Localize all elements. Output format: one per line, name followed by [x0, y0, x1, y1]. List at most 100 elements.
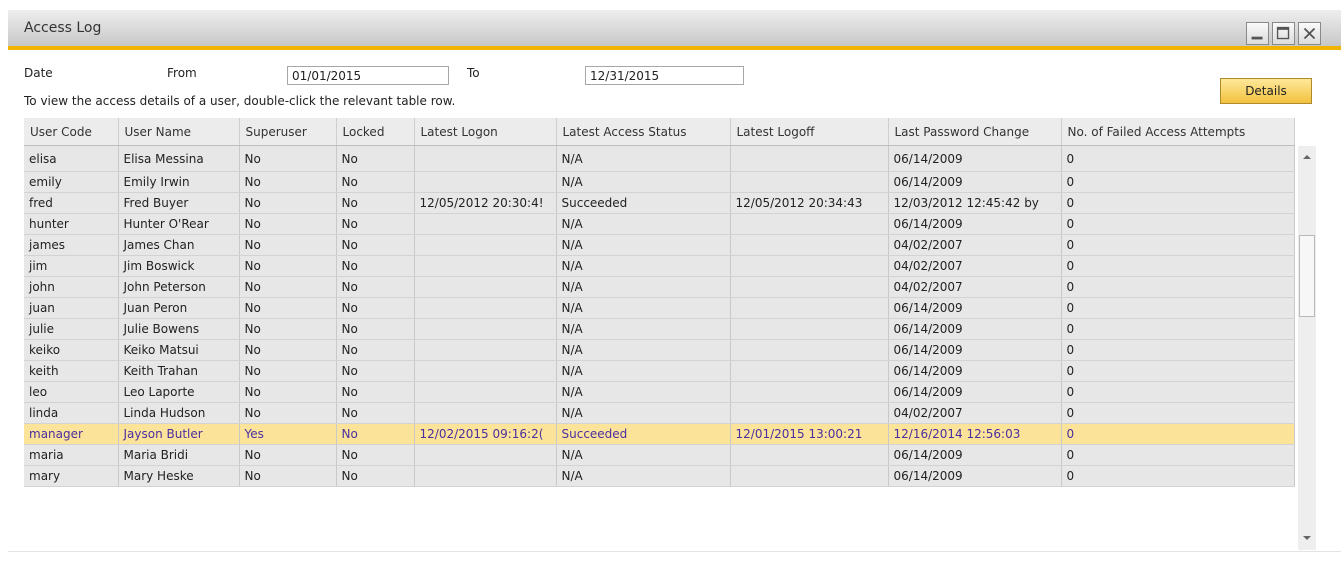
table-cell[interactable]	[730, 339, 889, 361]
table-cell[interactable]: No	[336, 339, 415, 361]
table-cell[interactable]: 0	[1061, 402, 1295, 424]
table-cell[interactable]	[730, 213, 889, 235]
table-cell[interactable]: No	[239, 255, 337, 277]
to-date-field[interactable]	[585, 66, 744, 85]
table-cell[interactable]: Julie Bowens	[118, 318, 240, 340]
table-cell[interactable]: Jayson Butler	[118, 423, 240, 445]
table-cell[interactable]: 12/16/2014 12:56:03	[888, 423, 1062, 445]
table-cell[interactable]	[414, 171, 557, 193]
table-cell[interactable]: 12/01/2015 13:00:21	[730, 423, 889, 445]
table-cell[interactable]: 06/14/2009	[888, 171, 1062, 193]
table-cell[interactable]: No	[239, 318, 337, 340]
table-cell[interactable]: 06/14/2009	[888, 465, 1062, 487]
table-row[interactable]: mary Mary Heske No No N/A 06/14/2009 0	[24, 465, 1295, 487]
table-cell[interactable]	[414, 339, 557, 361]
scroll-down-arrow-icon[interactable]	[1302, 533, 1312, 543]
table-cell[interactable]: 0	[1061, 339, 1295, 361]
table-cell[interactable]: 04/02/2007	[888, 255, 1062, 277]
table-cell[interactable]: No	[336, 465, 415, 487]
table-cell[interactable]: 06/14/2009	[888, 339, 1062, 361]
table-cell[interactable]: N/A	[556, 234, 731, 256]
table-row[interactable]: hunter Hunter O'Rear No No N/A 06/14/2009 0	[24, 213, 1295, 235]
table-cell[interactable]: N/A	[556, 381, 731, 403]
table-cell[interactable]: Fred Buyer	[118, 192, 240, 214]
table-cell[interactable]: keiko	[24, 339, 119, 361]
table-cell[interactable]: jim	[24, 255, 119, 277]
table-cell[interactable]: 04/02/2007	[888, 402, 1062, 424]
table-cell[interactable]: mary	[24, 465, 119, 487]
table-cell[interactable]: No	[336, 234, 415, 256]
table-cell[interactable]: 0	[1061, 465, 1295, 487]
table-cell[interactable]: No	[336, 381, 415, 403]
table-row[interactable]: leo Leo Laporte No No N/A 06/14/2009 0	[24, 381, 1295, 403]
table-cell[interactable]: Emily Irwin	[118, 171, 240, 193]
table-cell[interactable]: No	[336, 444, 415, 466]
table-cell[interactable]: 0	[1061, 318, 1295, 340]
table-row[interactable]: maria Maria Bridi No No N/A 06/14/2009 0	[24, 444, 1295, 466]
table-cell[interactable]: 04/02/2007	[888, 276, 1062, 298]
table-cell[interactable]: Juan Peron	[118, 297, 240, 319]
table-row[interactable]: manager Jayson Butler Yes No 12/02/2015 09:1…	[24, 423, 1295, 445]
column-header[interactable]: Last Password Change	[888, 118, 1062, 146]
column-header[interactable]: No. of Failed Access Attempts	[1061, 118, 1295, 146]
minimize-button[interactable]	[1246, 22, 1269, 45]
table-cell[interactable]: 0	[1061, 255, 1295, 277]
table-cell[interactable]: Maria Bridi	[118, 444, 240, 466]
table-cell[interactable]: No	[239, 360, 337, 382]
details-button[interactable]: Details	[1220, 78, 1312, 104]
table-cell[interactable]	[414, 276, 557, 298]
from-date-field[interactable]	[287, 66, 449, 85]
table-cell[interactable]: N/A	[556, 402, 731, 424]
table-cell[interactable]: No	[239, 145, 337, 172]
table-cell[interactable]: N/A	[556, 318, 731, 340]
table-cell[interactable]: John Peterson	[118, 276, 240, 298]
table-cell[interactable]: maria	[24, 444, 119, 466]
table-cell[interactable]: 06/14/2009	[888, 145, 1062, 172]
column-header[interactable]: Locked	[336, 118, 415, 146]
table-cell[interactable]: 06/14/2009	[888, 318, 1062, 340]
table-cell[interactable]: No	[239, 465, 337, 487]
table-cell[interactable]	[730, 145, 889, 172]
table-cell[interactable]: 0	[1061, 381, 1295, 403]
table-cell[interactable]: No	[239, 276, 337, 298]
table-cell[interactable]: 0	[1061, 145, 1295, 172]
table-cell[interactable]: leo	[24, 381, 119, 403]
table-cell[interactable]: N/A	[556, 465, 731, 487]
table-cell[interactable]: 12/05/2012 20:30:4!	[414, 192, 557, 214]
table-cell[interactable]: No	[336, 192, 415, 214]
table-cell[interactable]: No	[239, 234, 337, 256]
vertical-scrollbar[interactable]	[1298, 146, 1316, 550]
table-cell[interactable]: 06/14/2009	[888, 297, 1062, 319]
table-cell[interactable]: No	[239, 297, 337, 319]
table-cell[interactable]: 0	[1061, 297, 1295, 319]
table-cell[interactable]: 04/02/2007	[888, 234, 1062, 256]
table-cell[interactable]	[414, 255, 557, 277]
table-row[interactable]: julie Julie Bowens No No N/A 06/14/2009 0	[24, 318, 1295, 340]
column-header[interactable]: Latest Access Status	[556, 118, 731, 146]
table-cell[interactable]	[730, 360, 889, 382]
table-cell[interactable]: No	[336, 402, 415, 424]
table-cell[interactable]: 12/03/2012 12:45:42 by	[888, 192, 1062, 214]
table-row[interactable]: keith Keith Trahan No No N/A 06/14/2009 0	[24, 360, 1295, 382]
table-cell[interactable]	[414, 444, 557, 466]
scroll-up-arrow-icon[interactable]	[1302, 152, 1312, 162]
table-cell[interactable]: No	[239, 381, 337, 403]
table-cell[interactable]: N/A	[556, 297, 731, 319]
table-cell[interactable]	[730, 381, 889, 403]
table-cell[interactable]	[414, 360, 557, 382]
table-cell[interactable]: Elisa Messina	[118, 145, 240, 172]
table-cell[interactable]: emily	[24, 171, 119, 193]
table-cell[interactable]: No	[336, 145, 415, 172]
table-cell[interactable]: Yes	[239, 423, 337, 445]
table-cell[interactable]: juan	[24, 297, 119, 319]
table-cell[interactable]: 06/14/2009	[888, 444, 1062, 466]
table-cell[interactable]: hunter	[24, 213, 119, 235]
table-cell[interactable]: 0	[1061, 444, 1295, 466]
table-cell[interactable]: keith	[24, 360, 119, 382]
column-header[interactable]: Latest Logon	[414, 118, 557, 146]
table-cell[interactable]: 0	[1061, 192, 1295, 214]
table-cell[interactable]: Leo Laporte	[118, 381, 240, 403]
table-cell[interactable]	[414, 145, 557, 172]
table-row[interactable]: elisa Elisa Messina No No N/A 06/14/2009 0	[24, 145, 1295, 172]
table-cell[interactable]: N/A	[556, 145, 731, 172]
